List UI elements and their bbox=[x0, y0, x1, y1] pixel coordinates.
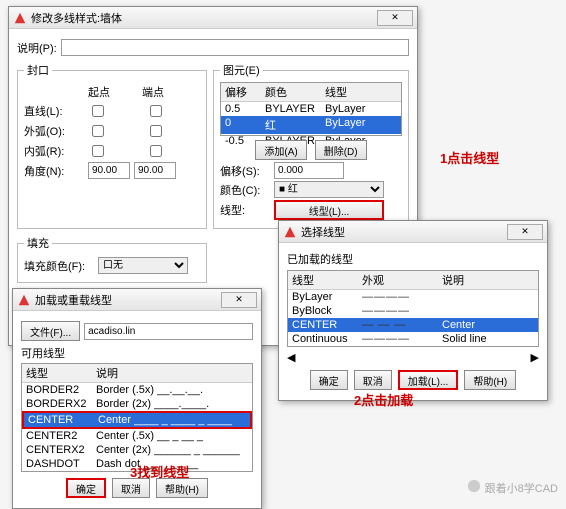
file-input[interactable] bbox=[84, 323, 253, 340]
inner-end-check[interactable] bbox=[150, 145, 162, 157]
linetype-row[interactable]: ByBlock———— bbox=[288, 304, 538, 318]
help-button[interactable]: 帮助(H) bbox=[156, 478, 208, 498]
titlebar: 修改多线样式:墙体 ✕ bbox=[9, 7, 417, 29]
row-outer: 外弧(O): bbox=[24, 123, 84, 139]
titlebar: 选择线型 ✕ bbox=[279, 221, 547, 243]
dialog-title: 修改多线样式:墙体 bbox=[31, 10, 122, 26]
outer-start-check[interactable] bbox=[92, 125, 104, 137]
add-button[interactable]: 添加(A) bbox=[255, 140, 306, 160]
load-button[interactable]: 加载(L)... bbox=[398, 370, 459, 390]
elements-legend: 图元(E) bbox=[220, 62, 263, 78]
line-start-check[interactable] bbox=[92, 105, 104, 117]
ok-button[interactable]: 确定 bbox=[310, 370, 348, 390]
scroll-left-icon[interactable]: ◀ bbox=[287, 351, 295, 364]
cancel-button[interactable]: 取消 bbox=[354, 370, 392, 390]
wechat-icon bbox=[467, 479, 481, 496]
linetype-table[interactable]: 线型 外观 说明 ByLayer———— ByBlock———— CENTER—… bbox=[287, 270, 539, 347]
dialog-title: 选择线型 bbox=[301, 224, 345, 240]
col-ltype: 线型 bbox=[288, 271, 358, 289]
linetype-row[interactable]: Continuous————Solid line bbox=[288, 332, 538, 346]
dialog-title: 加载或重载线型 bbox=[35, 292, 112, 308]
caps-legend: 封口 bbox=[24, 62, 52, 78]
delete-button[interactable]: 删除(D) bbox=[315, 140, 367, 160]
available-row[interactable]: BORDER2Border (.5x) __.__.__. bbox=[22, 383, 252, 397]
ok-button[interactable]: 确定 bbox=[66, 478, 106, 498]
row-line: 直线(L): bbox=[24, 103, 84, 119]
row-inner: 内弧(R): bbox=[24, 143, 84, 159]
available-row[interactable]: CENTERCenter ____ _ ____ _ ____ bbox=[22, 411, 252, 429]
app-icon bbox=[17, 293, 31, 307]
outer-end-check[interactable] bbox=[150, 125, 162, 137]
available-row[interactable]: CENTERX2Center (2x) ______ _ ______ bbox=[22, 443, 252, 457]
close-button[interactable]: ✕ bbox=[221, 292, 257, 308]
col-appearance: 外观 bbox=[358, 271, 438, 289]
col-color: 颜色 bbox=[261, 83, 321, 101]
titlebar: 加载或重载线型 ✕ bbox=[13, 289, 261, 311]
col-desc: 说明 bbox=[92, 364, 122, 382]
offset-label: 偏移(S): bbox=[220, 163, 270, 179]
close-button[interactable]: ✕ bbox=[507, 224, 543, 240]
col-end: 端点 bbox=[142, 84, 164, 100]
callout-3: 3找到线型 bbox=[130, 462, 189, 481]
offset-input[interactable] bbox=[274, 162, 344, 179]
linetype-button[interactable]: 线型(L)... bbox=[274, 200, 384, 220]
caps-fieldset: 封口 起点 端点 直线(L): 外弧(O): 内弧(R): 角度(N): bbox=[17, 62, 207, 229]
ltype-label: 线型: bbox=[220, 202, 270, 218]
callout-1: 1点击线型 bbox=[440, 148, 499, 167]
available-row[interactable]: CENTER2Center (.5x) __ _ __ _ bbox=[22, 429, 252, 443]
callout-2: 2点击加载 bbox=[354, 390, 413, 409]
elements-table[interactable]: 偏移 颜色 线型 0.5 BYLAYER ByLayer 0 红 ByLayer bbox=[220, 82, 402, 136]
row-angle: 角度(N): bbox=[24, 163, 84, 179]
fill-legend: 填充 bbox=[24, 235, 52, 251]
fill-color-label: 填充颜色(F): bbox=[24, 258, 94, 274]
element-row[interactable]: 0.5 BYLAYER ByLayer bbox=[221, 102, 401, 116]
available-table[interactable]: 线型 说明 BORDER2Border (.5x) __.__.__. BORD… bbox=[21, 363, 253, 472]
available-row[interactable]: BORDERX2Border (2x) ____.____. bbox=[22, 397, 252, 411]
close-button[interactable]: ✕ bbox=[377, 10, 413, 26]
inner-start-check[interactable] bbox=[92, 145, 104, 157]
desc-label: 说明(P): bbox=[17, 40, 57, 56]
fill-color-select[interactable]: 口无 bbox=[98, 257, 188, 274]
app-icon bbox=[283, 225, 297, 239]
angle-start-input[interactable] bbox=[88, 162, 130, 179]
desc-input[interactable] bbox=[61, 39, 409, 56]
col-offset: 偏移 bbox=[221, 83, 261, 101]
app-icon bbox=[13, 11, 27, 25]
watermark: 跟着小8学CAD bbox=[467, 479, 558, 496]
elements-fieldset: 图元(E) 偏移 颜色 线型 0.5 BYLAYER ByLayer 0 红 bbox=[213, 62, 409, 229]
linetype-row[interactable]: ByLayer———— bbox=[288, 290, 538, 304]
scroll-right-icon[interactable]: ▶ bbox=[531, 351, 539, 364]
file-button[interactable]: 文件(F)... bbox=[21, 321, 80, 341]
angle-end-input[interactable] bbox=[134, 162, 176, 179]
line-end-check[interactable] bbox=[150, 105, 162, 117]
element-row[interactable]: 0 红 ByLayer bbox=[221, 116, 401, 134]
col-ltype: 线型 bbox=[321, 83, 351, 101]
loaded-label: 已加载的线型 bbox=[287, 251, 539, 267]
available-label: 可用线型 bbox=[21, 345, 253, 361]
linetype-row[interactable]: CENTER— — —Center bbox=[288, 318, 538, 332]
select-linetype-dialog: 选择线型 ✕ 已加载的线型 线型 外观 说明 ByLayer———— ByBlo… bbox=[278, 220, 548, 401]
col-desc: 说明 bbox=[438, 271, 468, 289]
col-start: 起点 bbox=[88, 84, 138, 100]
help-button[interactable]: 帮助(H) bbox=[464, 370, 516, 390]
cancel-button[interactable]: 取消 bbox=[112, 478, 150, 498]
fill-fieldset: 填充 填充颜色(F): 口无 bbox=[17, 235, 207, 283]
col-ltype: 线型 bbox=[22, 364, 92, 382]
color-label: 颜色(C): bbox=[220, 182, 270, 198]
color-select[interactable]: ■ 红 bbox=[274, 181, 384, 198]
